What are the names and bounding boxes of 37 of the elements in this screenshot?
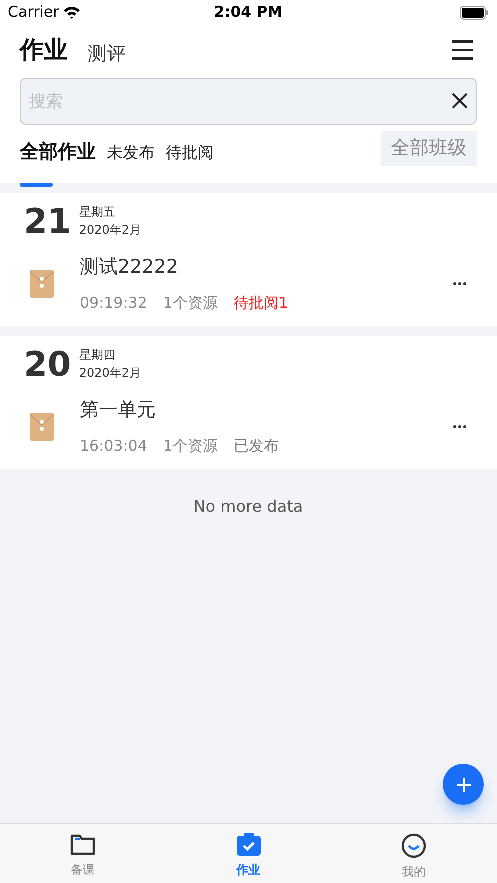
header-tab[interactable]: 测评 [88,40,126,68]
homework-row[interactable]: 第一单元 16:03:04 1个资源 已发布 [0,384,497,469]
resource-count: 1个资源 [163,292,218,314]
clipboard-check-icon [236,833,262,857]
plus-icon [456,776,472,792]
day-number: 20 [24,346,72,384]
battery-icon [460,6,489,20]
folder-icon [70,833,96,857]
clock-time: 2:04 PM [214,2,283,24]
smiley-icon [401,833,428,859]
resource-count: 1个资源 [163,436,218,456]
carrier-label: Carrier [8,2,60,24]
close-icon[interactable] [451,92,469,110]
day-number: 21 [24,203,72,241]
filter-tab[interactable]: 未发布 [107,138,155,186]
tab-bar-item[interactable]: 作业 [166,824,332,883]
month-label: 2020年2月 [79,365,142,382]
add-button[interactable] [443,764,484,805]
time-label: 16:03:04 [80,436,148,456]
status-label: 已发布 [234,436,279,456]
time-label: 09:19:32 [80,292,148,314]
envelope-icon [30,270,54,298]
homework-title: 测试22222 [80,255,180,280]
month-label: 2020年2月 [79,222,142,239]
status-label: 待批阅1 [234,292,288,314]
more-icon[interactable] [453,424,467,428]
weekday-label: 星期五 [79,204,116,221]
end-of-list-note: No more data [194,496,304,518]
homework-row[interactable]: 测试22222 09:19:32 1个资源 待批阅1 [0,241,497,326]
filter-tab[interactable]: 全部作业 [20,138,96,186]
envelope-icon [30,412,54,440]
filter-tab[interactable]: 待批阅 [166,138,214,186]
header-tab[interactable]: 作业 [20,32,68,68]
weekday-label: 星期四 [79,347,116,364]
wifi-icon [63,6,82,19]
homework-title: 第一单元 [80,398,157,423]
more-icon[interactable] [453,282,467,286]
